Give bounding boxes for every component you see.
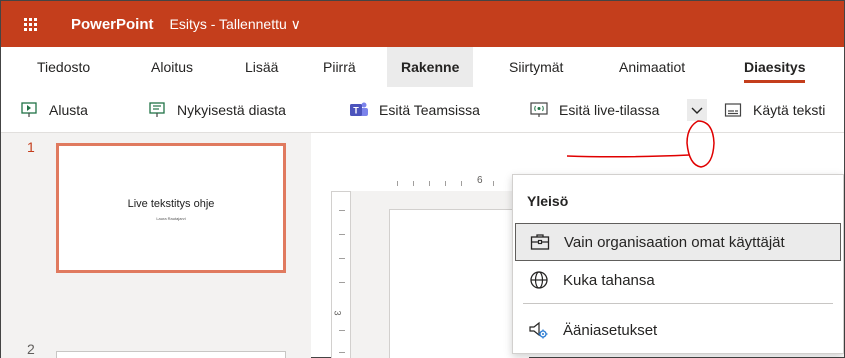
slide-thumbnail-panel: 1 Live tekstitys ohje Laura Rautajarvi 2 bbox=[1, 133, 311, 358]
use-subtitles-button[interactable]: Käytä teksti bbox=[723, 87, 825, 133]
thumbnail-subtitle: Laura Rautajarvi bbox=[156, 216, 186, 221]
ribbon-toolbar: Alusta Nykyisestä diasta T Esitä Teamsis… bbox=[1, 87, 844, 133]
menu-item-anyone[interactable]: Kuka tahansa bbox=[515, 261, 841, 299]
ribbon-tabs: Tiedosto Aloitus Lisää Piirrä Rakenne Si… bbox=[1, 47, 844, 87]
slide-thumbnail[interactable]: Live tekstitys ohje Laura Rautajarvi bbox=[56, 143, 286, 273]
tab-animaatiot[interactable]: Animaatiot bbox=[609, 47, 695, 87]
slideshow-start-icon bbox=[19, 100, 39, 120]
menu-item-audio-settings[interactable]: Ääniasetukset bbox=[515, 311, 841, 349]
present-live-button[interactable]: Esitä live-tilassa bbox=[529, 87, 659, 133]
document-title[interactable]: Esitys - Tallennettu ∨ bbox=[170, 16, 301, 33]
from-current-button[interactable]: Nykyisestä diasta bbox=[147, 87, 286, 133]
horizontal-ruler: 6 bbox=[381, 173, 511, 189]
menu-item-organization-only[interactable]: Vain organisaation omat käyttäjät bbox=[515, 223, 841, 261]
present-live-label: Esitä live-tilassa bbox=[559, 102, 660, 118]
app-name[interactable]: PowerPoint bbox=[71, 16, 154, 33]
menu-item-label: Kuka tahansa bbox=[563, 271, 655, 289]
from-start-button[interactable]: Alusta bbox=[19, 87, 88, 133]
chevron-down-icon bbox=[691, 102, 703, 118]
thumbnail-title: Live tekstitys ohje bbox=[127, 198, 215, 210]
tab-siirtymat[interactable]: Siirtymät bbox=[499, 47, 573, 87]
present-teams-label: Esitä Teamsissa bbox=[379, 102, 480, 118]
present-live-icon bbox=[529, 100, 549, 120]
use-subtitles-label: Käytä teksti bbox=[753, 102, 826, 118]
vertical-ruler: 3 bbox=[331, 191, 351, 358]
tab-piirra[interactable]: Piirrä bbox=[313, 47, 366, 87]
from-start-label: Alusta bbox=[49, 102, 88, 118]
app-launcher-button[interactable] bbox=[1, 1, 59, 47]
ruler-number: 6 bbox=[477, 175, 483, 186]
slide-number: 2 bbox=[27, 341, 35, 357]
slide-number: 1 bbox=[27, 139, 35, 155]
teams-icon: T bbox=[349, 100, 369, 120]
slide-canvas[interactable] bbox=[389, 209, 529, 358]
present-live-dropdown-button[interactable] bbox=[687, 99, 707, 121]
subtitles-icon bbox=[723, 100, 743, 120]
tab-rakenne[interactable]: Rakenne bbox=[387, 47, 474, 87]
tab-diaesitys[interactable]: Diaesitys bbox=[734, 47, 815, 87]
briefcase-icon bbox=[528, 230, 552, 254]
svg-text:T: T bbox=[353, 106, 359, 116]
audio-settings-icon bbox=[527, 318, 551, 342]
from-current-label: Nykyisestä diasta bbox=[177, 102, 286, 118]
title-bar: PowerPoint Esitys - Tallennettu ∨ bbox=[1, 1, 844, 47]
tab-aloitus[interactable]: Aloitus bbox=[141, 47, 203, 87]
ruler-number: 3 bbox=[332, 310, 343, 316]
tab-tiedosto[interactable]: Tiedosto bbox=[27, 47, 100, 87]
present-teams-button[interactable]: T Esitä Teamsissa bbox=[349, 87, 480, 133]
slideshow-current-icon bbox=[147, 100, 167, 120]
menu-item-label: Ääniasetukset bbox=[563, 321, 658, 339]
audience-dropdown-menu: Yleisö Vain organisaation omat käyttäjät… bbox=[512, 174, 844, 354]
tab-lisaa[interactable]: Lisää bbox=[235, 47, 288, 87]
menu-item-label: Vain organisaation omat käyttäjät bbox=[564, 233, 785, 251]
menu-header: Yleisö bbox=[527, 193, 569, 209]
waffle-icon bbox=[23, 17, 37, 31]
menu-separator bbox=[523, 303, 833, 304]
globe-icon bbox=[527, 268, 551, 292]
slide-thumbnail[interactable] bbox=[56, 351, 286, 358]
